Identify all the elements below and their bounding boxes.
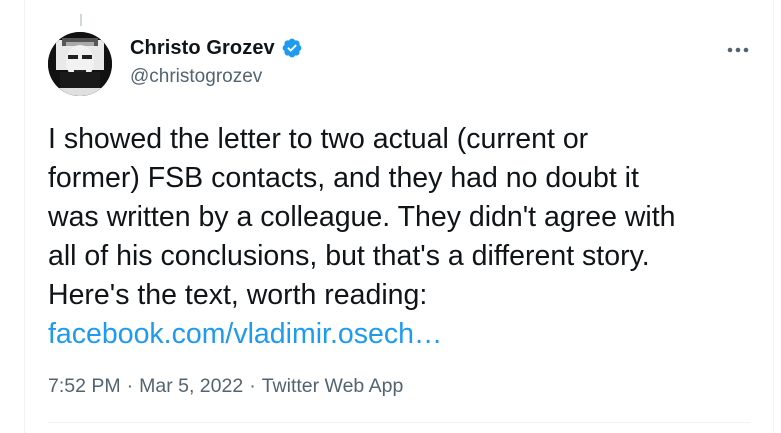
avatar-image: [48, 32, 112, 96]
tweet-meta: 7:52 PM · Mar 5, 2022 · Twitter Web App: [48, 374, 403, 398]
more-options-button[interactable]: [720, 38, 756, 62]
divider: [48, 422, 750, 423]
tweet-link[interactable]: facebook.com/vladimir.osech…: [48, 315, 442, 354]
tweet-date[interactable]: Mar 5, 2022: [139, 375, 243, 398]
thread-connector-line: [80, 14, 82, 26]
author-display-name[interactable]: Christo Grozev: [130, 37, 275, 60]
tweet-source[interactable]: Twitter Web App: [262, 375, 404, 398]
meta-separator: ·: [249, 374, 256, 397]
verified-badge-icon: [281, 37, 303, 59]
avatar[interactable]: [48, 32, 112, 96]
more-options-icon: [727, 47, 749, 53]
meta-separator: ·: [126, 374, 134, 397]
author-handle[interactable]: @christogrozev: [130, 66, 262, 88]
tweet-page: Christo Grozev @christogrozev I showed t…: [0, 0, 781, 433]
author-row: Christo Grozev: [130, 36, 303, 60]
tweet-text: I showed the letter to two actual (curre…: [48, 123, 676, 311]
tweet-time[interactable]: 7:52 PM: [48, 375, 121, 398]
